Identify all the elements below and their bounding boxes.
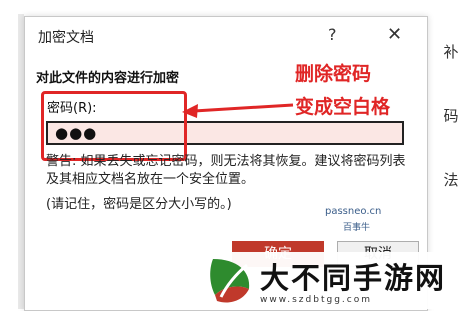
case-sensitive-note: (请记住，密码是区分大小写的。): [46, 197, 232, 212]
banner-url: www.szdbtgg.com: [260, 295, 372, 305]
side-char: 法: [443, 171, 459, 189]
arrow-icon: [182, 103, 294, 118]
help-icon[interactable]: ?: [328, 25, 337, 44]
warning-text: 警告: 如果丢失或忘记密码，则无法将其恢复。建议将密码列表及其相应文档名放在一个…: [46, 154, 406, 187]
dialog-title: 加密文档: [38, 30, 94, 46]
banner-title: 大不同手游网: [260, 261, 447, 295]
highlight-box: [41, 91, 187, 161]
section-title: 对此文件的内容进行加密: [36, 71, 180, 86]
side-char: 补: [443, 43, 459, 61]
site-logo-icon: [210, 259, 250, 303]
annotation-line2: 变成空白格: [295, 96, 391, 118]
annotation-line1: 删除密码: [295, 63, 372, 85]
watermark-name: 百事牛: [343, 223, 371, 233]
document-background: 补 码 法 加密文档 ? ✕ 对此文件的内容进行加密 密码(R): ●●● 警告…: [0, 0, 461, 311]
site-banner: 大不同手游网 www.szdbtgg.com: [200, 252, 461, 309]
background-side-text: 补 码 法: [441, 20, 461, 212]
side-char: 码: [443, 107, 459, 125]
close-icon[interactable]: ✕: [387, 24, 402, 45]
watermark-site: passneo.cn: [325, 206, 382, 217]
